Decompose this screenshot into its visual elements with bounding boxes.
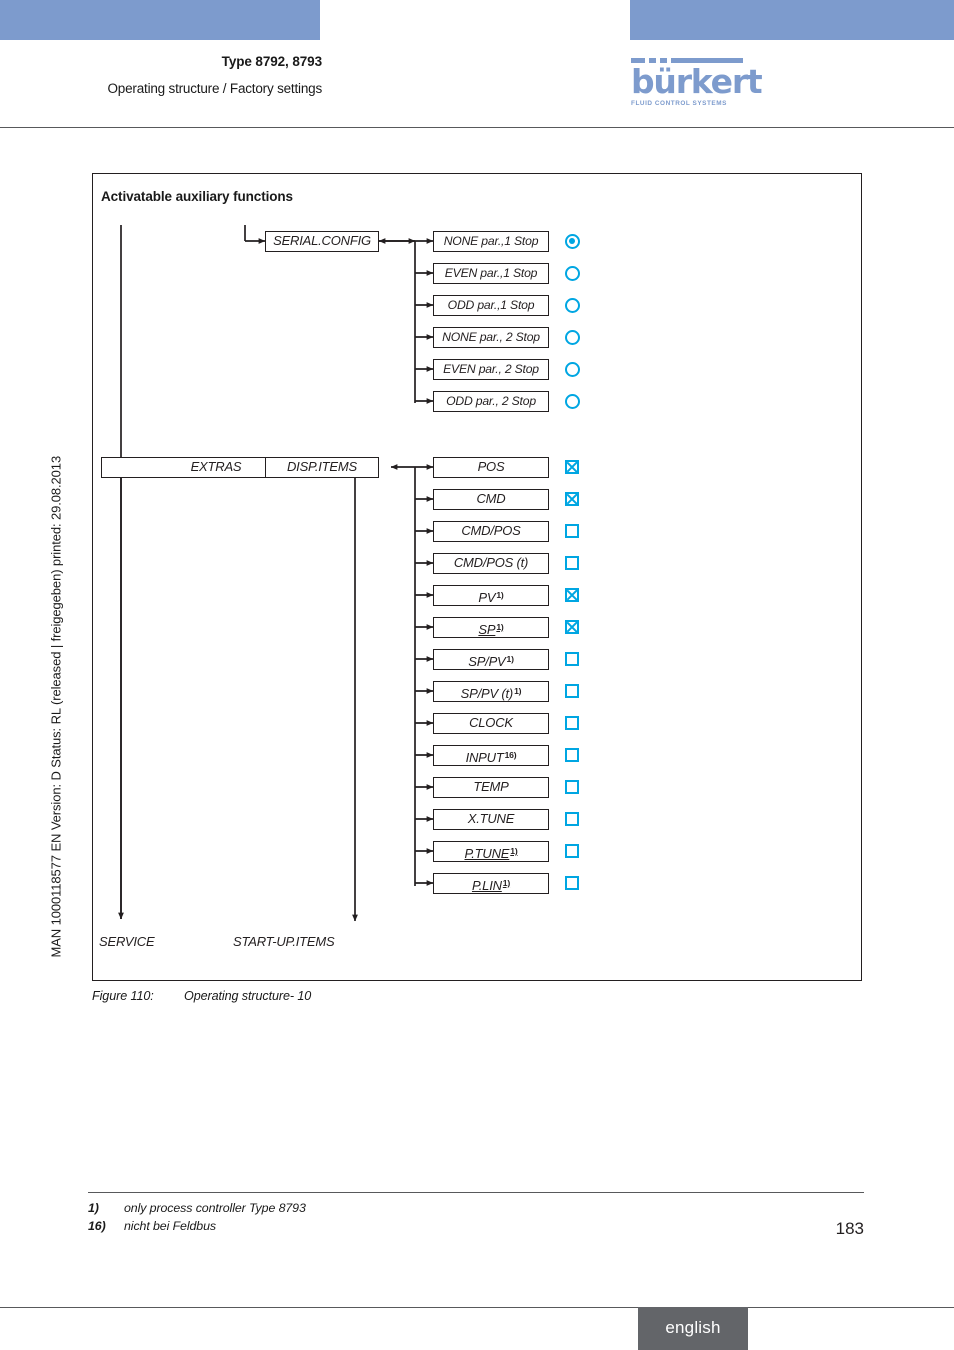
page-number: 183 bbox=[835, 1219, 864, 1238]
operating-structure-diagram: Activatable auxiliary functions SERIAL.C… bbox=[92, 173, 862, 981]
node-label: CMD/POS (t) bbox=[453, 555, 529, 570]
page-subtitle: Operating structure / Factory settings bbox=[107, 81, 323, 96]
node-disp-items[interactable]: DISP.ITEMS bbox=[265, 457, 379, 478]
footnote-marker: 1) bbox=[88, 1201, 99, 1215]
node-serial-option[interactable]: ODD par., 2 Stop bbox=[433, 391, 549, 412]
footnote-reference: 1) bbox=[514, 686, 522, 696]
node-display-item[interactable]: TEMP bbox=[433, 777, 549, 798]
figure-caption-text: Operating structure- 10 bbox=[184, 989, 312, 1003]
footnote-reference: 1) bbox=[502, 878, 511, 888]
node-label: TEMP bbox=[473, 779, 509, 794]
footnote-text: nicht bei Feldbus bbox=[124, 1219, 216, 1233]
footer-divider bbox=[0, 1307, 954, 1308]
node-serial-option[interactable]: NONE par.,1 Stop bbox=[433, 231, 549, 252]
node-display-item[interactable]: POS bbox=[433, 457, 549, 478]
checkbox-display-item-11[interactable] bbox=[565, 812, 579, 826]
burkert-logo: bürkert FLUID CONTROL SYSTEMS bbox=[631, 58, 763, 108]
radio-serial-option-0[interactable] bbox=[565, 234, 580, 249]
footnote-divider bbox=[88, 1192, 864, 1193]
node-label: P.TUNE bbox=[464, 846, 510, 861]
figure-label: Figure 110: bbox=[92, 989, 154, 1003]
checkbox-display-item-7[interactable] bbox=[565, 684, 579, 698]
node-display-item[interactable]: CMD/POS bbox=[433, 521, 549, 542]
language-tab[interactable]: english bbox=[638, 1307, 748, 1350]
footnote-reference: 1) bbox=[496, 590, 504, 600]
checkbox-display-item-4[interactable] bbox=[565, 588, 579, 602]
logo-tagline: FLUID CONTROL SYSTEMS bbox=[631, 100, 727, 108]
node-label: CLOCK bbox=[469, 715, 513, 730]
footnote-text: only process controller Type 8793 bbox=[124, 1201, 306, 1215]
node-serial-option[interactable]: ODD par.,1 Stop bbox=[433, 295, 549, 316]
node-label: SP bbox=[478, 622, 496, 637]
node-label: SP/PV (t) bbox=[460, 686, 514, 701]
diagram-title: Activatable auxiliary functions bbox=[101, 189, 293, 204]
header-banner-right bbox=[630, 0, 954, 40]
node-display-item[interactable]: PV1) bbox=[433, 585, 549, 606]
radio-serial-option-1[interactable] bbox=[565, 266, 580, 281]
node-serial-option[interactable]: EVEN par.,1 Stop bbox=[433, 263, 549, 284]
checkbox-display-item-9[interactable] bbox=[565, 748, 579, 762]
node-display-item[interactable]: INPUT16) bbox=[433, 745, 549, 766]
node-display-item[interactable]: CMD/POS (t) bbox=[433, 553, 549, 574]
checkbox-display-item-3[interactable] bbox=[565, 556, 579, 570]
node-label: NONE par., 2 Stop bbox=[442, 330, 540, 344]
node-label: PV bbox=[478, 590, 496, 605]
checkbox-display-item-2[interactable] bbox=[565, 524, 579, 538]
node-display-item[interactable]: SP1) bbox=[433, 617, 549, 638]
checkbox-display-item-5[interactable] bbox=[565, 620, 579, 634]
logo-bars-icon bbox=[631, 58, 743, 65]
node-label: POS bbox=[477, 459, 505, 474]
footnote-reference: 1) bbox=[496, 622, 504, 632]
page-title: Type 8792, 8793 bbox=[221, 54, 322, 69]
checkbox-display-item-0[interactable] bbox=[565, 460, 579, 474]
node-display-item[interactable]: CLOCK bbox=[433, 713, 549, 734]
node-serial-option[interactable]: EVEN par., 2 Stop bbox=[433, 359, 549, 380]
footnote-1: 1) only process controller Type 8793 bbox=[88, 1201, 306, 1215]
logo-wordmark: bürkert bbox=[631, 62, 763, 101]
footnote-16: 16) nicht bei Feldbus bbox=[88, 1219, 216, 1233]
checkbox-display-item-8[interactable] bbox=[565, 716, 579, 730]
node-label: INPUT bbox=[465, 750, 504, 765]
node-label: NONE par.,1 Stop bbox=[443, 234, 539, 248]
checkbox-display-item-1[interactable] bbox=[565, 492, 579, 506]
node-display-item[interactable]: P.TUNE1) bbox=[433, 841, 549, 862]
radio-serial-option-4[interactable] bbox=[565, 362, 580, 377]
node-label: X.TUNE bbox=[467, 811, 515, 826]
node-label: ODD par.,1 Stop bbox=[447, 298, 535, 312]
node-display-item[interactable]: SP/PV (t)1) bbox=[433, 681, 549, 702]
node-label: DISP.ITEMS bbox=[286, 459, 357, 474]
header-banner-left bbox=[0, 0, 320, 40]
checkbox-display-item-10[interactable] bbox=[565, 780, 579, 794]
footnote-reference: 1) bbox=[506, 654, 514, 664]
node-display-item[interactable]: SP/PV1) bbox=[433, 649, 549, 670]
terminal-service: SERVICE bbox=[99, 934, 155, 949]
radio-serial-option-3[interactable] bbox=[565, 330, 580, 345]
document-margin-metadata: MAN 1000118577 EN Version: D Status: RL … bbox=[48, 455, 64, 958]
node-label: EVEN par., 2 Stop bbox=[443, 362, 539, 376]
node-label: SP/PV bbox=[468, 654, 506, 669]
terminal-startup-items: START-UP.ITEMS bbox=[233, 934, 335, 949]
node-label: P.LIN bbox=[471, 878, 502, 893]
footnote-reference: 1) bbox=[510, 846, 518, 856]
checkbox-display-item-13[interactable] bbox=[565, 876, 579, 890]
radio-serial-option-5[interactable] bbox=[565, 394, 580, 409]
node-label: ODD par., 2 Stop bbox=[446, 394, 536, 408]
node-label: EXTRAS bbox=[190, 459, 242, 474]
node-label: CMD bbox=[476, 491, 506, 506]
footnote-marker: 16) bbox=[88, 1219, 106, 1233]
checkbox-display-item-12[interactable] bbox=[565, 844, 579, 858]
checkbox-display-item-6[interactable] bbox=[565, 652, 579, 666]
footnote-reference: 16) bbox=[504, 750, 517, 760]
header-divider bbox=[0, 127, 954, 128]
node-display-item[interactable]: X.TUNE bbox=[433, 809, 549, 830]
node-label: CMD/POS bbox=[461, 523, 521, 538]
radio-serial-option-2[interactable] bbox=[565, 298, 580, 313]
node-label: SERIAL.CONFIG bbox=[273, 233, 371, 248]
node-display-item[interactable]: CMD bbox=[433, 489, 549, 510]
node-label: EVEN par.,1 Stop bbox=[444, 266, 538, 280]
node-serial-config[interactable]: SERIAL.CONFIG bbox=[265, 231, 379, 252]
figure-caption: Figure 110: Operating structure- 10 bbox=[92, 989, 311, 1003]
node-serial-option[interactable]: NONE par., 2 Stop bbox=[433, 327, 549, 348]
node-display-item[interactable]: P.LIN1) bbox=[433, 873, 549, 894]
